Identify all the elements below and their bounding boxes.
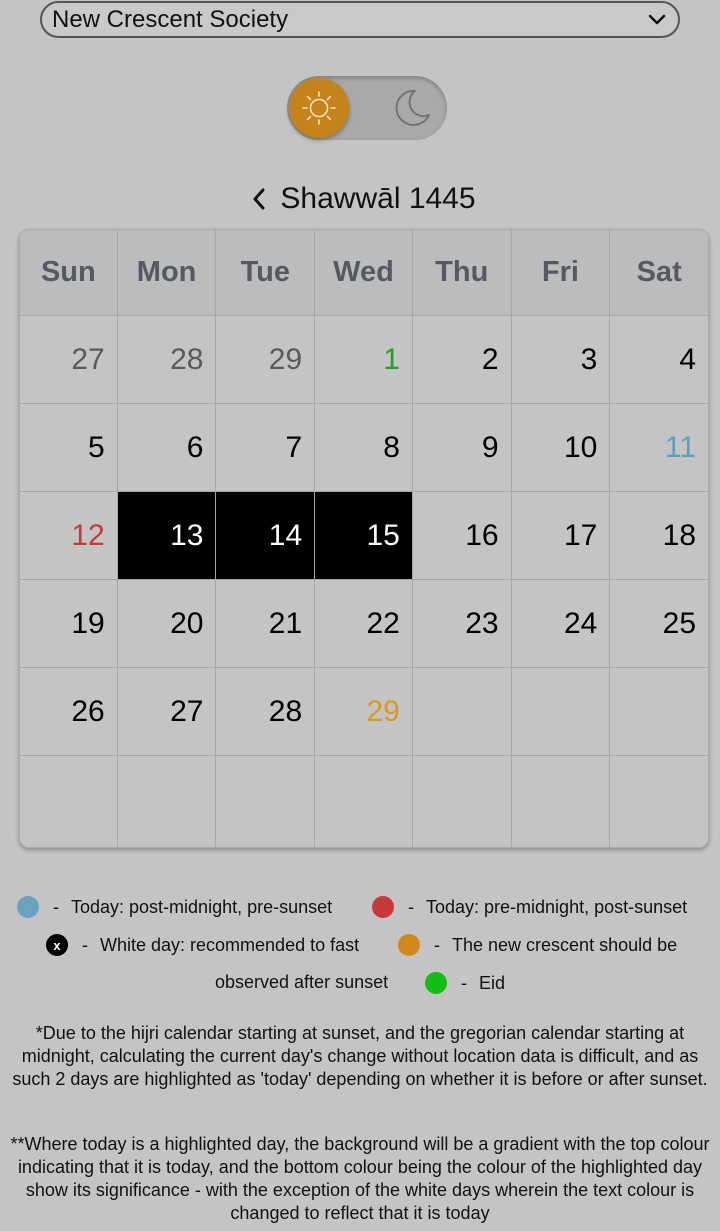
today-pre-sunset-dot-icon bbox=[17, 896, 39, 918]
calendar-week-row: 26 27 28 29 bbox=[20, 668, 708, 756]
calendar-day-cell[interactable]: 23 bbox=[412, 580, 512, 668]
chevron-left-icon bbox=[253, 188, 265, 210]
today-post-sunset-dot-icon bbox=[372, 896, 394, 918]
weekday-header: Wed bbox=[315, 230, 413, 316]
moon-icon bbox=[390, 86, 434, 130]
calendar-day-cell[interactable]: 17 bbox=[511, 492, 611, 580]
society-select[interactable]: New Crescent Society bbox=[40, 1, 680, 38]
calendar-day-cell[interactable]: 7 bbox=[216, 404, 316, 492]
note-sunset: *Due to the hijri calendar starting at s… bbox=[12, 1023, 708, 1089]
calendar-empty-cell bbox=[412, 668, 512, 756]
calendar-empty-cell bbox=[118, 756, 217, 847]
legend-separator: - bbox=[408, 896, 414, 917]
eid-dot-icon bbox=[425, 972, 447, 994]
chevron-down-icon bbox=[646, 9, 668, 31]
weekday-header: Sun bbox=[20, 230, 118, 316]
calendar-day-cell[interactable]: 24 bbox=[511, 580, 611, 668]
previous-month-button[interactable] bbox=[244, 176, 274, 222]
crescent-dot-icon bbox=[398, 934, 420, 956]
sun-icon bbox=[289, 78, 349, 138]
calendar-day-cell[interactable]: 13 bbox=[117, 492, 217, 580]
calendar-day-cell[interactable]: 3 bbox=[511, 316, 611, 404]
calendar-day-cell[interactable]: 6 bbox=[117, 404, 217, 492]
calendar-week-row bbox=[20, 756, 708, 847]
legend-item-crescent: - The new crescent should be bbox=[398, 934, 677, 956]
calendar-day-cell[interactable]: 16 bbox=[412, 492, 512, 580]
calendar-day-cell[interactable]: 8 bbox=[315, 404, 413, 492]
calendar-week-row: 12 13 14 15 16 17 18 bbox=[20, 492, 708, 580]
calendar-day-cell[interactable]: 12 bbox=[20, 492, 118, 580]
calendar-day-cell[interactable]: 15 bbox=[315, 492, 413, 580]
month-header: Shawwāl 1445 bbox=[0, 176, 720, 222]
calendar-empty-cell bbox=[610, 756, 708, 847]
calendar-day-cell[interactable]: 11 bbox=[610, 404, 708, 492]
weekday-header: Mon bbox=[117, 230, 217, 316]
society-select-value: New Crescent Society bbox=[52, 5, 289, 33]
calendar-empty-cell bbox=[511, 668, 611, 756]
calendar-empty-cell bbox=[512, 756, 611, 847]
weekday-header-row: Sun Mon Tue Wed Thu Fri Sat bbox=[20, 230, 708, 316]
legend-item-eid: - Eid bbox=[425, 972, 505, 994]
legend-separator: - bbox=[82, 934, 88, 955]
calendar-day-cell[interactable]: 1 bbox=[315, 316, 413, 404]
legend-label-eid: Eid bbox=[479, 972, 506, 993]
calendar-grid: Sun Mon Tue Wed Thu Fri Sat 27 28 29 1 2 3 4 5 6 7 8 9 10 1… bbox=[19, 229, 709, 848]
white-day-x-icon: x bbox=[46, 934, 68, 956]
legend-item-today-pre-sunset: - Today: post-midnight, pre-sunset bbox=[17, 896, 332, 918]
calendar-day-cell[interactable]: 26 bbox=[20, 668, 118, 756]
calendar-day-cell[interactable]: 19 bbox=[20, 580, 118, 668]
calendar-day-cell[interactable]: 27 bbox=[20, 316, 118, 404]
calendar-empty-cell bbox=[610, 668, 708, 756]
weekday-header: Thu bbox=[412, 230, 512, 316]
legend-label-today-pre-sunset: Today: post-midnight, pre-sunset bbox=[71, 896, 333, 917]
calendar-empty-cell bbox=[315, 756, 413, 847]
calendar-day-cell[interactable]: 25 bbox=[610, 580, 708, 668]
legend-label-white-day: White day: recommended to fast bbox=[100, 934, 360, 955]
weekday-header: Tue bbox=[216, 230, 316, 316]
legend-label-crescent-line2: observed after sunset bbox=[215, 972, 389, 992]
calendar-empty-cell bbox=[413, 756, 512, 847]
calendar-day-cell[interactable]: 28 bbox=[216, 668, 316, 756]
legend-item-crescent-cont: observed after sunset bbox=[215, 972, 388, 993]
calendar-day-cell[interactable]: 29 bbox=[216, 316, 316, 404]
calendar-day-cell[interactable]: 10 bbox=[511, 404, 611, 492]
month-title: Shawwāl 1445 bbox=[280, 182, 476, 215]
calendar-empty-cell bbox=[20, 756, 118, 847]
legend-separator: - bbox=[461, 972, 467, 993]
legend-separator: - bbox=[53, 896, 59, 917]
calendar-day-cell[interactable]: 20 bbox=[117, 580, 217, 668]
calendar-week-row: 27 28 29 1 2 3 4 bbox=[20, 316, 708, 404]
calendar-empty-cell bbox=[216, 756, 316, 847]
calendar-day-cell[interactable]: 18 bbox=[610, 492, 708, 580]
calendar-day-cell[interactable]: 27 bbox=[117, 668, 217, 756]
legend-item-white-day: x - White day: recommended to fast bbox=[46, 934, 359, 956]
note-highlight: **Where today is a highlighted day, the … bbox=[10, 1134, 710, 1223]
legend-label-today-post-sunset: Today: pre-midnight, post-sunset bbox=[426, 896, 688, 917]
calendar-day-cell[interactable]: 9 bbox=[412, 404, 512, 492]
calendar-day-cell[interactable]: 4 bbox=[610, 316, 708, 404]
weekday-header: Fri bbox=[511, 230, 611, 316]
calendar-day-cell[interactable]: 29 bbox=[315, 668, 413, 756]
calendar-day-cell[interactable]: 22 bbox=[315, 580, 413, 668]
calendar-day-cell[interactable]: 2 bbox=[412, 316, 512, 404]
legend-label-crescent-line1: The new crescent should be bbox=[452, 934, 678, 955]
calendar-day-cell[interactable]: 5 bbox=[20, 404, 118, 492]
legend-separator: - bbox=[434, 934, 440, 955]
legend-item-today-post-sunset: - Today: pre-midnight, post-sunset bbox=[372, 896, 687, 918]
calendar-day-cell[interactable]: 14 bbox=[216, 492, 316, 580]
calendar-day-cell[interactable]: 28 bbox=[117, 316, 217, 404]
calendar-week-row: 19 20 21 22 23 24 25 bbox=[20, 580, 708, 668]
calendar-day-cell[interactable]: 21 bbox=[216, 580, 316, 668]
calendar-week-row: 5 6 7 8 9 10 11 bbox=[20, 404, 708, 492]
weekday-header: Sat bbox=[610, 230, 708, 316]
